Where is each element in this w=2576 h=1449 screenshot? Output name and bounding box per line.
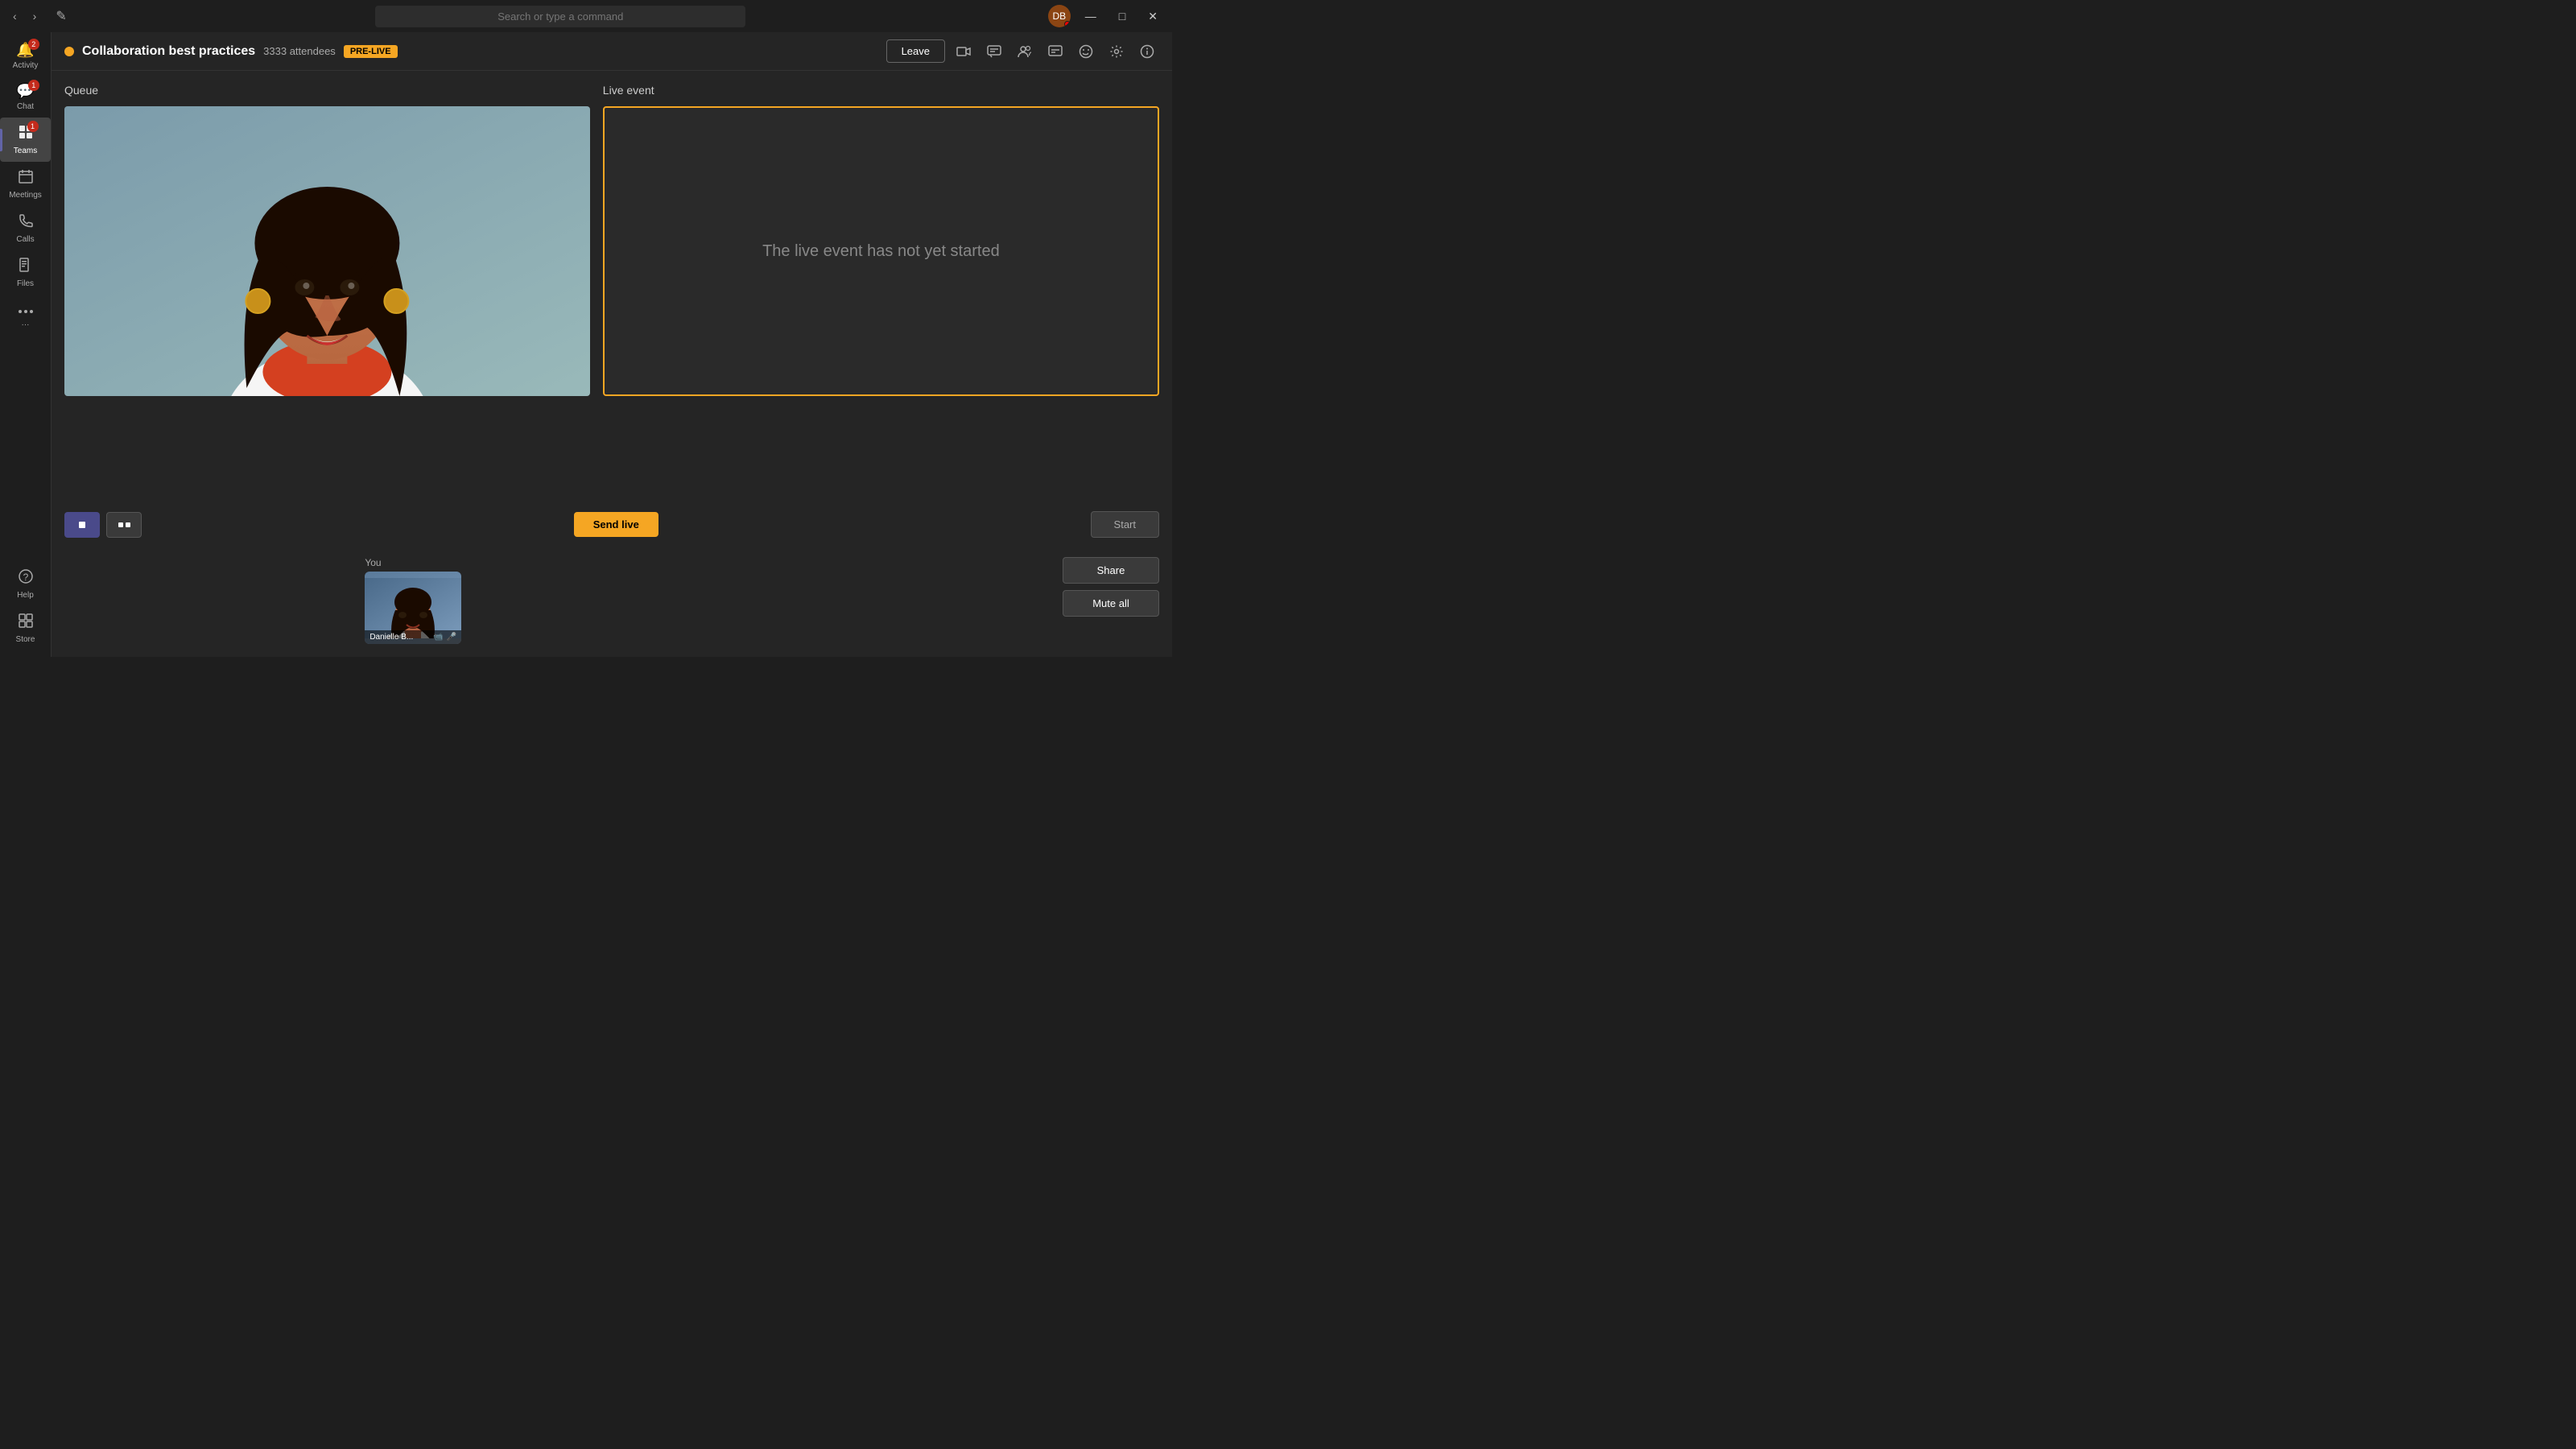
live-event-box: The live event has not yet started [603, 106, 1159, 396]
content-area: Collaboration best practices 3333 attend… [52, 32, 1172, 657]
controls-left [64, 512, 142, 538]
info-toolbar-button[interactable] [1135, 39, 1159, 64]
video-on-icon: 📹 [433, 633, 443, 642]
view-split-icon-right [126, 522, 130, 527]
sidebar-label-meetings: Meetings [9, 191, 42, 200]
participant-media-icons: 📹 🎤 [433, 633, 456, 642]
emoji-toolbar-button[interactable] [1074, 39, 1098, 64]
maximize-button[interactable]: □ [1111, 6, 1133, 26]
controls-right: Start [1091, 511, 1159, 538]
sidebar-label-help: Help [17, 591, 34, 600]
sidebar-label-store: Store [16, 635, 35, 644]
sidebar-label-teams: Teams [14, 147, 37, 155]
share-button[interactable]: Share [1063, 557, 1159, 584]
sidebar-item-chat[interactable]: 💬 1 Chat [0, 76, 51, 118]
activity-badge: 2 [28, 39, 39, 50]
store-icon [18, 613, 34, 633]
main-layout: 🔔 2 Activity 💬 1 Chat 1 Teams [0, 32, 1172, 657]
nav-buttons: ‹ › [6, 6, 43, 26]
view-single-button[interactable] [64, 512, 100, 538]
sidebar-item-files[interactable]: Files [0, 250, 51, 295]
sidebar: 🔔 2 Activity 💬 1 Chat 1 Teams [0, 32, 52, 657]
nav-back-button[interactable]: ‹ [6, 6, 23, 26]
you-label: You [365, 557, 381, 568]
participant-section: You [365, 557, 461, 644]
top-bar: Collaboration best practices 3333 attend… [52, 32, 1172, 71]
titlebar-left: ‹ › ✎ [6, 5, 73, 27]
mic-on-icon: 🎤 [447, 633, 456, 642]
view-split-icon-left [118, 522, 123, 527]
top-bar-right: Leave [886, 39, 1159, 64]
sidebar-label-chat: Chat [17, 102, 34, 111]
sidebar-item-meetings[interactable]: Meetings [0, 162, 51, 206]
leave-button[interactable]: Leave [886, 39, 945, 63]
chat-icon: 💬 1 [16, 83, 34, 100]
queue-video [64, 106, 590, 396]
controls-center: Send live [142, 512, 1091, 537]
sidebar-item-store[interactable]: Store [0, 606, 51, 650]
teams-badge: 1 [27, 121, 39, 132]
participant-name-bar: Danielle B... 📹 🎤 [365, 630, 461, 644]
titlebar-right: DB — □ ✕ [1048, 5, 1166, 27]
camera-toolbar-button[interactable] [952, 39, 976, 64]
sidebar-label-more: ··· [22, 320, 30, 329]
meetings-icon [18, 168, 34, 188]
queue-label: Queue [64, 84, 590, 97]
settings-toolbar-button[interactable] [1104, 39, 1129, 64]
titlebar: ‹ › ✎ DB — □ ✕ [0, 0, 1172, 32]
sidebar-item-teams[interactable]: 1 Teams [0, 118, 51, 162]
teams-icon: 1 [18, 124, 34, 144]
action-buttons: Share Mute all [1063, 557, 1159, 617]
live-event-message: The live event has not yet started [762, 242, 1000, 261]
chat-toolbar-button[interactable] [982, 39, 1006, 64]
calls-icon [18, 213, 34, 233]
live-event-panel: Live event The live event has not yet st… [603, 84, 1159, 505]
main-content: Queue [52, 71, 1172, 657]
sidebar-item-more[interactable]: ··· [0, 295, 51, 336]
avatar-status-indicator [1064, 21, 1071, 27]
live-event-label: Live event [603, 84, 1159, 97]
start-button[interactable]: Start [1091, 511, 1159, 538]
send-live-button[interactable]: Send live [574, 512, 658, 537]
mute-all-button[interactable]: Mute all [1063, 590, 1159, 617]
sidebar-label-files: Files [17, 279, 34, 288]
chat-badge: 1 [28, 80, 39, 91]
activity-icon: 🔔 2 [16, 42, 34, 59]
avatar[interactable]: DB [1048, 5, 1071, 27]
sidebar-bottom: ? Help Store [0, 562, 51, 657]
event-title: Collaboration best practices [82, 44, 255, 59]
sidebar-item-activity[interactable]: 🔔 2 Activity [0, 35, 51, 76]
minimize-button[interactable]: — [1077, 6, 1104, 26]
participant-name: Danielle B... [369, 633, 413, 642]
pre-live-badge: PRE-LIVE [344, 45, 398, 58]
svg-text:?: ? [23, 572, 28, 583]
sidebar-item-calls[interactable]: Calls [0, 206, 51, 250]
compose-button[interactable]: ✎ [49, 5, 72, 27]
search-input[interactable] [375, 6, 745, 27]
bottom-area: You [52, 551, 1172, 657]
sidebar-label-calls: Calls [16, 235, 34, 244]
panels-row: Queue [52, 71, 1172, 505]
attendees-count: 3333 attendees [263, 45, 336, 57]
controls-row: Send live Start [52, 505, 1172, 544]
message-toolbar-button[interactable] [1043, 39, 1067, 64]
help-icon: ? [18, 568, 34, 588]
more-icon [18, 301, 34, 318]
sidebar-label-activity: Activity [13, 61, 39, 70]
participant-thumbnail: Danielle B... 📹 🎤 [365, 572, 461, 644]
sidebar-item-help[interactable]: ? Help [0, 562, 51, 606]
view-split-button[interactable] [106, 512, 142, 538]
files-icon [18, 257, 34, 277]
queue-panel: Queue [64, 84, 590, 505]
close-button[interactable]: ✕ [1140, 6, 1166, 27]
avatar-initials: DB [1052, 10, 1066, 22]
live-dot [64, 47, 74, 56]
nav-forward-button[interactable]: › [27, 6, 43, 26]
event-title-area: Collaboration best practices 3333 attend… [64, 44, 398, 59]
view-single-icon [79, 522, 85, 528]
participants-toolbar-button[interactable] [1013, 39, 1037, 64]
titlebar-center [73, 6, 1048, 27]
